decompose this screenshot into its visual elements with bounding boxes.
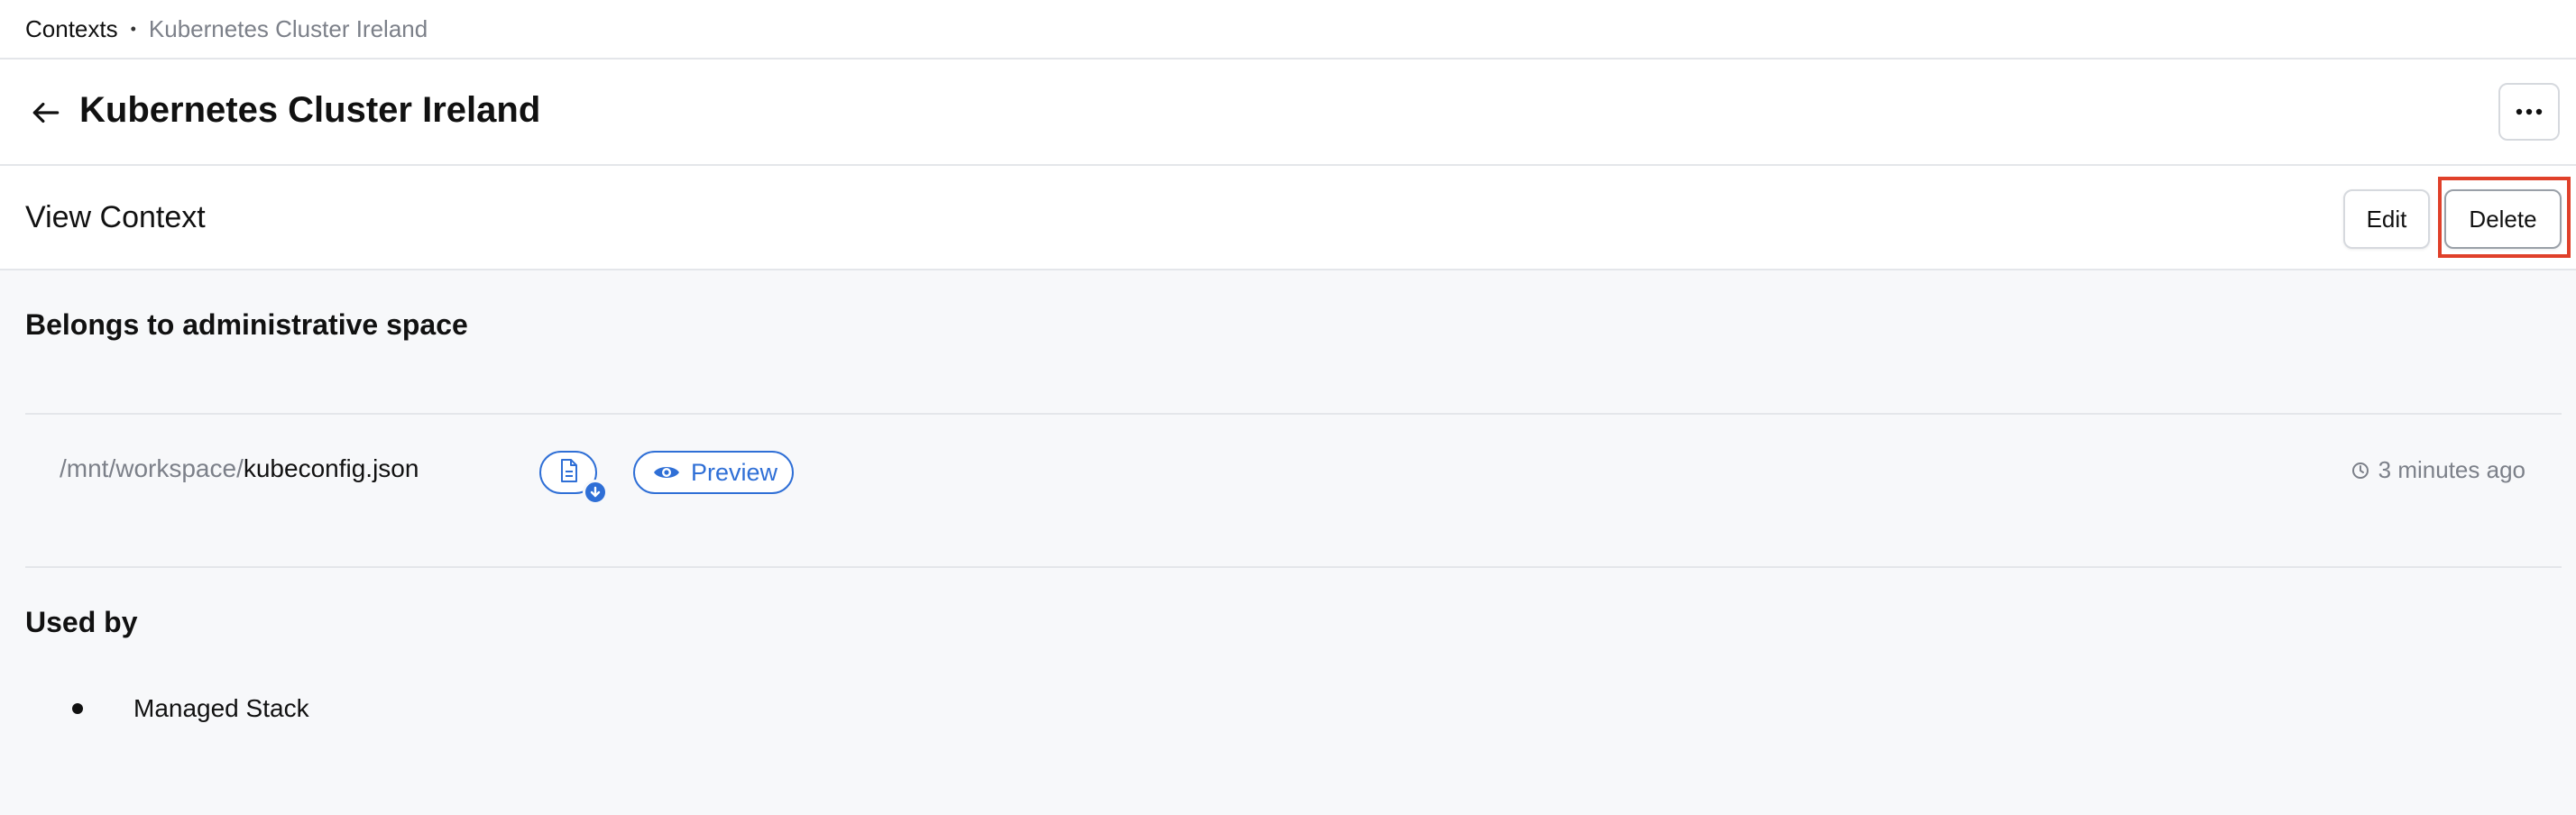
preview-label: Preview: [691, 458, 778, 486]
download-icon: [583, 480, 608, 505]
mounted-file-path: /mnt/workspace/kubeconfig.json: [60, 454, 419, 490]
file-name: kubeconfig.json: [243, 454, 419, 482]
download-file-button[interactable]: [539, 451, 608, 505]
clock-icon: [2351, 462, 2369, 479]
view-context-title: View Context: [25, 200, 206, 234]
space-section-title: Belongs to administrative space: [25, 308, 468, 341]
ellipsis-icon: [2516, 108, 2543, 115]
file-icon: [561, 459, 577, 482]
view-context-header: View Context Edit Delete: [0, 166, 2576, 270]
breadcrumb: Contexts • Kubernetes Cluster Ireland: [0, 0, 2576, 60]
breadcrumb-contexts-link[interactable]: Contexts: [25, 15, 118, 43]
more-options-button[interactable]: [2498, 83, 2560, 141]
eye-icon: [654, 467, 679, 478]
list-bullet: [72, 703, 83, 714]
divider: [25, 413, 2562, 415]
edit-button[interactable]: Edit: [2343, 189, 2430, 249]
used-by-item-managed-stack[interactable]: Managed Stack: [133, 694, 309, 723]
page-header: Kubernetes Cluster Ireland: [0, 60, 2576, 166]
page-title: Kubernetes Cluster Ireland: [79, 90, 541, 130]
divider: [25, 566, 2562, 568]
used-by-title: Used by: [25, 606, 138, 638]
file-timestamp: 3 minutes ago: [2351, 456, 2525, 484]
delete-button[interactable]: Delete: [2444, 189, 2562, 249]
breadcrumb-current: Kubernetes Cluster Ireland: [148, 14, 428, 42]
breadcrumb-separator: •: [130, 19, 136, 38]
timestamp-text: 3 minutes ago: [2378, 456, 2525, 483]
arrow-left-icon[interactable]: [29, 96, 63, 130]
preview-button[interactable]: Preview: [633, 451, 794, 494]
file-path-prefix: /mnt/workspace/: [60, 454, 244, 482]
